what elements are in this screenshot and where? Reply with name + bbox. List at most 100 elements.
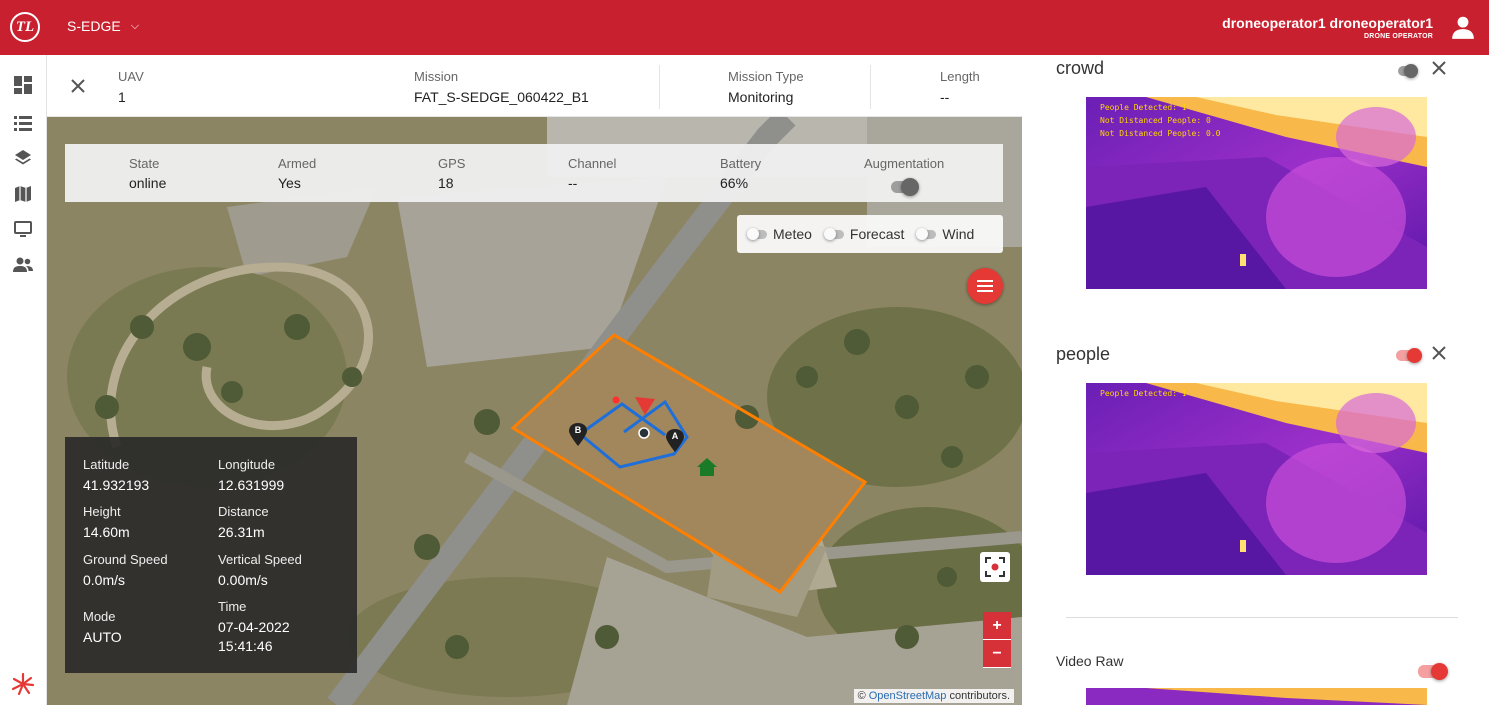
map-view[interactable]: B A State online Armed Yes GPS 18 Channe… [47, 117, 1022, 705]
zoom-in-button[interactable]: + [983, 612, 1011, 640]
waypoint-marker-a[interactable]: A [665, 428, 685, 452]
state-field: State online [129, 156, 166, 191]
mission-value: FAT_S-SEDGE_060422_B1 [414, 89, 589, 105]
latitude-label: Latitude [83, 457, 130, 472]
waypoint-a-label: A [671, 431, 679, 441]
height-field: Height 14.60m [83, 504, 130, 542]
map-icon[interactable] [12, 183, 34, 205]
channel-value: -- [568, 175, 578, 191]
crowd-feed-title: crowd [1056, 58, 1105, 78]
logo[interactable]: TL [10, 12, 40, 42]
crowd-overlay-line-2: Not Distanced People: 0 [1100, 116, 1211, 125]
video-raw-switch[interactable] [1418, 663, 1448, 680]
chevron-down-icon: ⌵ [130, 19, 140, 32]
forecast-toggle[interactable]: Forecast [823, 226, 904, 242]
longitude-field: Longitude 12.631999 [218, 457, 284, 495]
battery-value: 66% [720, 175, 749, 191]
video-raw-toggle[interactable] [1418, 663, 1448, 683]
project-selector[interactable]: S-EDGE ⌵ [67, 18, 139, 34]
mode-value: AUTO [83, 629, 122, 645]
vertical-speed-value: 0.00m/s [218, 572, 268, 588]
uav-value: 1 [118, 89, 126, 105]
openstreetmap-link[interactable]: OpenStreetMap [869, 690, 947, 702]
distance-label: Distance [218, 504, 269, 519]
map-attribution: © OpenStreetMap contributors. [853, 689, 1014, 703]
fit-to-drone-button[interactable] [980, 552, 1010, 582]
crowd-thermal-frame: People Detected: 1 Not Distanced People:… [1086, 97, 1427, 289]
wind-toggle[interactable]: Wind [916, 226, 975, 242]
ground-speed-label: Ground Speed [83, 552, 168, 567]
zoom-controls: + − [983, 612, 1011, 668]
user-avatar-icon[interactable] [1450, 14, 1476, 40]
wind-switch[interactable] [916, 227, 937, 240]
people-feed-title: people [1056, 344, 1111, 364]
time-field: Time 07-04-2022 15:41:46 [218, 599, 290, 656]
monitor-icon[interactable] [12, 218, 34, 240]
video-feeds-panel: crowd People Detected: 1 Not Distanced P… [1022, 55, 1489, 705]
height-value: 14.60m [83, 524, 130, 540]
crowd-overlay-line-3: Not Distanced People: 0.0 [1100, 129, 1221, 138]
length-label: Length [940, 69, 980, 84]
people-feed-toggle[interactable] [1396, 348, 1422, 366]
user-info[interactable]: droneoperator1 droneoperator1 DRONE OPER… [1222, 15, 1433, 40]
crowd-switch[interactable] [1398, 64, 1418, 78]
waypoint-marker-b[interactable]: B [568, 422, 588, 446]
dashboard-icon[interactable] [12, 74, 34, 96]
meteo-label: Meteo [773, 226, 812, 242]
gps-value: 18 [438, 175, 454, 191]
top-bar: TL S-EDGE ⌵ droneoperator1 droneoperator… [0, 0, 1489, 55]
people-icon[interactable] [12, 254, 34, 276]
crowd-feed-toggle[interactable] [1398, 63, 1418, 81]
forecast-switch[interactable] [823, 227, 844, 240]
status-panel: State online Armed Yes GPS 18 Channel --… [65, 144, 1003, 202]
uav-label: UAV [118, 69, 144, 84]
armed-field: Armed Yes [278, 156, 316, 191]
people-switch[interactable] [1396, 348, 1422, 363]
focus-icon [985, 557, 1005, 577]
state-label: State [129, 156, 160, 171]
map-menu-button[interactable] [967, 268, 1003, 304]
channel-label: Channel [568, 156, 617, 171]
people-overlay-line-1: People Detected: 1 [1100, 389, 1187, 398]
people-thermal-frame: People Detected: 1 [1086, 383, 1427, 575]
divider [870, 65, 871, 109]
wind-label: Wind [942, 226, 975, 242]
augmentation-field: Augmentation [864, 156, 944, 198]
distance-field: Distance 26.31m [218, 504, 269, 542]
telemetry-panel: Latitude 41.932193 Longitude 12.631999 H… [65, 437, 357, 673]
distance-value: 26.31m [218, 524, 265, 540]
mission-field: Mission FAT_S-SEDGE_060422_B1 [414, 69, 589, 105]
zoom-out-button[interactable]: − [983, 640, 1011, 668]
uav-field: UAV 1 [118, 69, 144, 105]
longitude-value: 12.631999 [218, 477, 285, 493]
crowd-close-icon[interactable] [1430, 59, 1448, 77]
close-icon[interactable] [69, 77, 87, 95]
attribution-suffix: contributors. [949, 690, 1010, 702]
gps-label: GPS [438, 156, 466, 171]
latitude-value: 41.932193 [83, 477, 150, 493]
armed-value: Yes [278, 175, 301, 191]
length-field: Length -- [940, 69, 980, 105]
longitude-label: Longitude [218, 457, 276, 472]
ground-speed-field: Ground Speed 0.0m/s [83, 552, 168, 590]
meteo-toggle[interactable]: Meteo [747, 226, 812, 242]
channel-field: Channel -- [568, 156, 616, 191]
layers-icon[interactable] [12, 147, 34, 169]
list-icon[interactable] [12, 112, 34, 134]
mission-label: Mission [414, 69, 459, 84]
mode-label: Mode [83, 609, 116, 624]
meteo-switch[interactable] [747, 227, 767, 240]
mission-type-value: Monitoring [728, 89, 794, 105]
mode-field: Mode AUTO [83, 609, 122, 647]
project-name: S-EDGE [67, 18, 121, 34]
latitude-field: Latitude 41.932193 [83, 457, 149, 495]
mission-type-field: Mission Type Monitoring [728, 69, 804, 105]
brand-swirl-icon [11, 672, 35, 696]
time-clock: 15:41:46 [218, 638, 273, 654]
people-close-icon[interactable] [1430, 344, 1448, 362]
video-raw-frame [1086, 688, 1427, 705]
user-name: droneoperator1 droneoperator1 [1222, 15, 1433, 31]
battery-label: Battery [720, 156, 762, 171]
augmentation-toggle[interactable] [891, 178, 919, 196]
waypoint-b-label: B [574, 425, 582, 435]
